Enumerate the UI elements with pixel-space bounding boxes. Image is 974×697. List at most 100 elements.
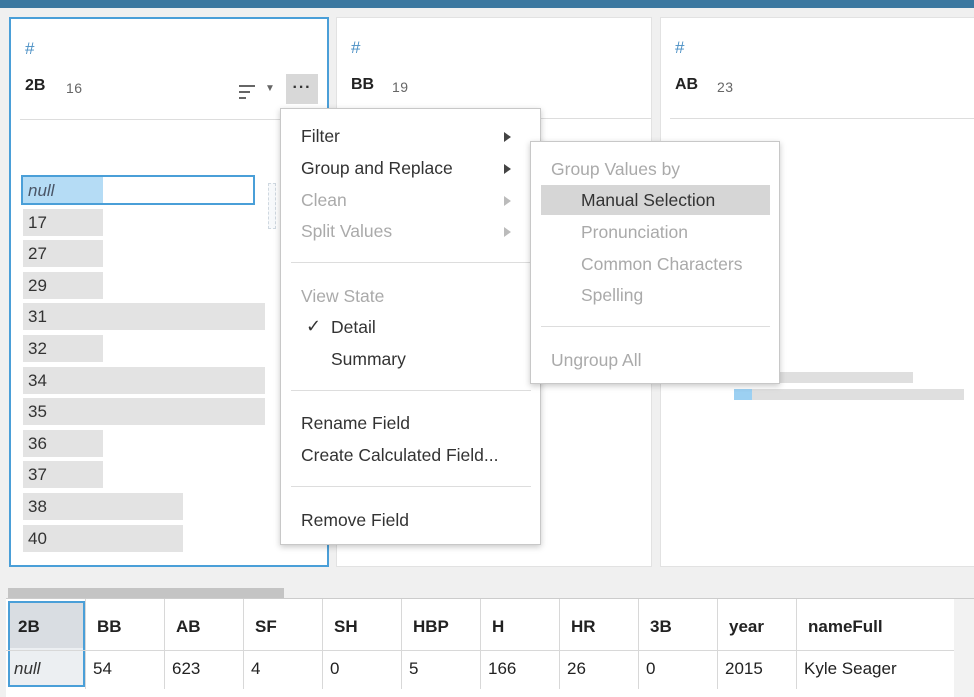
menu-divider: [291, 262, 531, 263]
group-replace-submenu: Group Values by Manual Selection Pronunc…: [530, 141, 780, 384]
column-header[interactable]: year: [729, 617, 764, 637]
mini-scroll-indicator[interactable]: [268, 183, 276, 229]
table-cell[interactable]: 26: [567, 659, 586, 679]
distinct-count: 16: [66, 80, 83, 96]
submenu-arrow-icon: [504, 132, 511, 142]
value-label: 34: [28, 370, 47, 390]
table-cell[interactable]: 0: [330, 659, 339, 679]
selection-outline: [21, 175, 255, 205]
value-row[interactable]: 40: [23, 523, 257, 555]
horizontal-scrollbar[interactable]: [8, 588, 284, 598]
table-cell[interactable]: 0: [646, 659, 655, 679]
menu-divider: [541, 326, 770, 327]
histogram-bar: [738, 389, 964, 400]
value-bar: [23, 398, 265, 426]
value-histogram: null 17 27 29 31 32 34 35 36 37 38 40: [21, 175, 265, 555]
sort-icon[interactable]: [239, 85, 255, 101]
number-type-icon: #: [675, 38, 685, 57]
value-row[interactable]: 29: [23, 270, 257, 302]
data-grid: 2B null BB 54 AB 623 SF 4 SH 0 HBP 5 H 166 HR 26 3B 0 year…: [6, 598, 974, 697]
menu-item-remove-field[interactable]: Remove Field: [301, 510, 409, 531]
value-row[interactable]: 32: [23, 333, 257, 365]
column-header[interactable]: HBP: [413, 617, 449, 637]
value-label: null: [28, 181, 55, 200]
value-bar: [23, 366, 265, 394]
value-row[interactable]: 36: [23, 428, 257, 460]
value-row[interactable]: 34: [23, 365, 265, 397]
value-row[interactable]: 31: [23, 301, 265, 333]
field-name: BB: [351, 76, 375, 93]
menu-item-manual-selection[interactable]: Manual Selection: [581, 190, 715, 211]
column-divider: [796, 599, 797, 689]
table-cell[interactable]: 623: [172, 659, 200, 679]
table-cell[interactable]: 2015: [725, 659, 763, 679]
menu-divider: [291, 390, 531, 391]
table-cell[interactable]: Kyle Seager: [804, 659, 897, 679]
field-name: AB: [675, 76, 699, 93]
value-row[interactable]: 38: [23, 491, 257, 523]
menu-item-pronunciation: Pronunciation: [581, 222, 689, 242]
value-row[interactable]: 17: [23, 207, 257, 239]
column-divider: [164, 599, 165, 689]
column-header[interactable]: BB: [97, 617, 122, 637]
value-label: 27: [28, 244, 47, 264]
table-cell[interactable]: 54: [93, 659, 112, 679]
value-label: 17: [28, 212, 47, 232]
column-divider: [480, 599, 481, 689]
column-header[interactable]: SH: [334, 617, 358, 637]
value-row-null[interactable]: null: [21, 175, 257, 207]
value-row[interactable]: 35: [23, 396, 265, 428]
menu-item-filter[interactable]: Filter: [301, 126, 340, 147]
distinct-count: 19: [392, 79, 409, 95]
checkmark-icon: ✓: [306, 316, 322, 336]
distinct-count: 23: [717, 79, 734, 95]
column-divider: [717, 599, 718, 689]
menu-divider: [291, 486, 531, 487]
column-divider: [243, 599, 244, 689]
value-label: 37: [28, 465, 47, 485]
menu-item-spelling: Spelling: [581, 285, 644, 305]
menu-item-split-values: Split Values: [301, 221, 393, 241]
column-header[interactable]: 3B: [650, 617, 672, 637]
column-header[interactable]: SF: [255, 617, 277, 637]
submenu-arrow-icon: [504, 227, 511, 237]
menu-item-detail[interactable]: Detail: [331, 317, 376, 338]
column-divider: [638, 599, 639, 689]
divider: [670, 118, 974, 119]
table-cell[interactable]: 5: [409, 659, 418, 679]
submenu-arrow-icon: [504, 196, 511, 206]
menu-item-create-calculated-field[interactable]: Create Calculated Field...: [301, 445, 498, 466]
menu-item-summary[interactable]: Summary: [331, 349, 406, 370]
value-row[interactable]: 37: [23, 459, 257, 491]
column-divider: [401, 599, 402, 689]
menu-item-ungroup-all: Ungroup All: [551, 350, 642, 370]
menu-item-group-replace[interactable]: Group and Replace: [301, 158, 453, 179]
number-type-icon: #: [351, 38, 361, 57]
column-header[interactable]: AB: [176, 617, 201, 637]
value-label: 31: [28, 307, 47, 327]
value-label: 29: [28, 275, 47, 295]
menu-item-rename-field[interactable]: Rename Field: [301, 413, 410, 434]
table-cell[interactable]: null: [14, 659, 40, 679]
submenu-header: Group Values by: [551, 159, 681, 179]
field-context-menu: Filter Group and Replace Clean Split Val…: [280, 108, 541, 545]
column-header[interactable]: H: [492, 617, 504, 637]
chevron-down-icon[interactable]: ▼: [265, 83, 275, 94]
field-name: 2B: [25, 77, 46, 94]
value-bar: [23, 492, 183, 520]
value-label: 36: [28, 433, 47, 453]
value-label: 32: [28, 338, 47, 358]
more-options-button[interactable]: ···: [286, 74, 318, 104]
table-cell[interactable]: 4: [251, 659, 260, 679]
table-cell[interactable]: 166: [488, 659, 516, 679]
menu-item-clean: Clean: [301, 190, 347, 210]
histogram-bar-highlight: [734, 389, 752, 400]
value-label: 40: [28, 528, 47, 548]
menu-item-common-characters: Common Characters: [581, 254, 743, 274]
column-divider: [559, 599, 560, 689]
column-header[interactable]: HR: [571, 617, 596, 637]
value-row[interactable]: 27: [23, 238, 257, 270]
column-header[interactable]: 2B: [18, 617, 40, 637]
submenu-arrow-icon: [504, 164, 511, 174]
column-header[interactable]: nameFull: [808, 617, 883, 637]
